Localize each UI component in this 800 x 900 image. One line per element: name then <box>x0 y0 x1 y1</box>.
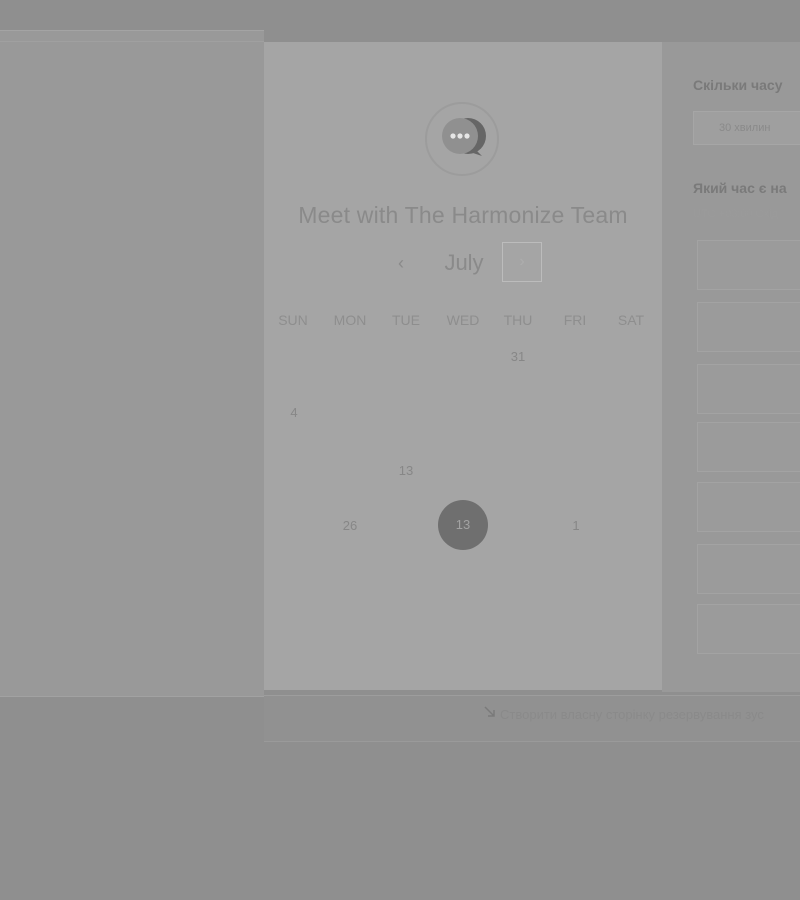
time-slot[interactable] <box>697 422 800 472</box>
duration-option-button[interactable]: 30 хвилин <box>693 111 800 145</box>
calendar-day[interactable]: 31 <box>498 347 538 367</box>
time-slot[interactable] <box>697 604 800 654</box>
time-slot[interactable] <box>697 364 800 414</box>
divider <box>0 41 264 42</box>
page-title: Meet with The Harmonize Team <box>298 202 628 228</box>
selected-day[interactable]: 13 <box>438 500 488 550</box>
weekday-wed: WED <box>446 312 480 328</box>
time-heading: Який час є на <box>693 180 787 196</box>
time-slot[interactable] <box>697 302 800 352</box>
time-slot[interactable] <box>697 544 800 594</box>
weekday-sun: SUN <box>278 312 308 328</box>
calendar-day[interactable]: 26 <box>330 516 370 536</box>
duration-heading: Скільки часу <box>693 77 783 93</box>
weekday-thu: THU <box>503 312 533 328</box>
month-label: July <box>444 250 484 275</box>
weekday-sat: SAT <box>617 312 645 328</box>
month-navigation: ‹ July › <box>264 242 662 286</box>
time-slot[interactable] <box>697 482 800 532</box>
next-month-button[interactable]: › <box>502 242 542 282</box>
calendar-day[interactable]: 13 <box>386 461 426 481</box>
create-booking-page-link[interactable]: Створити власну сторінку резервування зу… <box>483 705 764 722</box>
prev-month-button[interactable]: ‹ <box>386 253 416 273</box>
timezone-label[interactable]: UTC +03:00 Схід <box>693 208 778 220</box>
time-slot[interactable] <box>697 240 800 290</box>
weekday-fri: FRI <box>563 312 587 328</box>
booking-calendar-card: Meet with The Harmonize Team ‹ July › SU… <box>264 42 662 690</box>
arrow-icon <box>483 705 497 722</box>
left-panel <box>0 30 264 697</box>
weekday-tue: TUE <box>392 312 420 328</box>
calendar-day[interactable]: 1 <box>556 516 596 536</box>
weekday-mon: MON <box>333 312 367 328</box>
calendar-day[interactable]: 4 <box>274 403 314 423</box>
create-link-label: Створити власну сторінку резервування зу… <box>500 707 764 722</box>
chat-bubble-icon <box>440 114 488 162</box>
